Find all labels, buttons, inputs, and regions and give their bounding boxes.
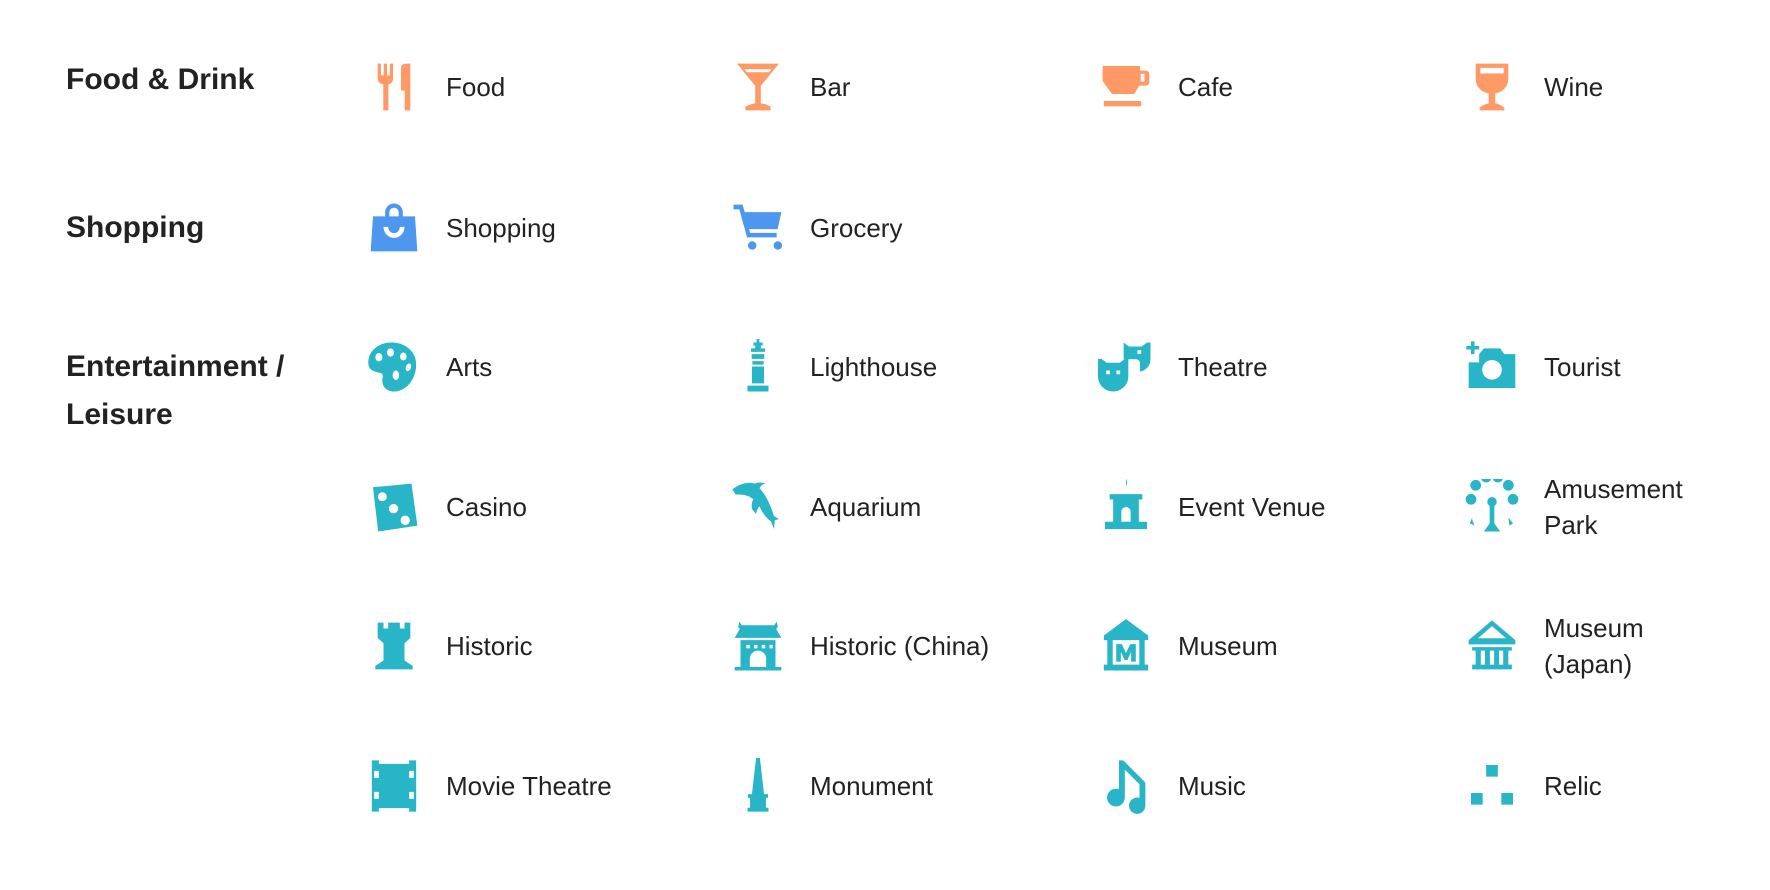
category-heading: Entertainment / Leisure xyxy=(66,343,284,439)
legend-item: Tourist xyxy=(1462,332,1621,402)
legend-item-label-line: Museum xyxy=(1544,613,1644,643)
legend-item-label: Grocery xyxy=(810,210,902,246)
legend-item-label: Cafe xyxy=(1178,69,1233,105)
legend-item-label: Theatre xyxy=(1178,349,1268,385)
legend-item-label-line: Grocery xyxy=(810,213,903,243)
legend-item-label-line: Wine xyxy=(1544,72,1604,102)
legend-item-label-line: Aquarium xyxy=(810,492,922,522)
legend-item: Museum xyxy=(1096,611,1278,681)
legend-item-label: Aquarium xyxy=(810,489,921,525)
dolphin-icon xyxy=(728,477,788,537)
legend-item-label-line: Bar xyxy=(810,72,851,102)
legend-item: Grocery xyxy=(728,193,902,263)
legend-item-label: Historic xyxy=(446,628,533,664)
legend-item-label-line: Cafe xyxy=(1178,72,1233,102)
legend-item: Food xyxy=(364,52,505,122)
legend-item-label-line: Museum xyxy=(1178,631,1278,661)
legend-item-label-line: Arts xyxy=(446,352,493,382)
camera-icon xyxy=(1462,337,1522,397)
category-heading-line: Entertainment / xyxy=(66,350,285,383)
legend-item: Arts xyxy=(364,332,492,402)
relic-blocks-icon xyxy=(1462,756,1522,816)
legend-item-label: Arts xyxy=(446,349,492,385)
shopping-cart-icon xyxy=(728,198,788,258)
legend-item-label: Museum (Japan) xyxy=(1544,610,1644,682)
category-heading-line: Shopping xyxy=(66,211,205,244)
legend-item-label-line: Theatre xyxy=(1178,352,1268,382)
legend-item: Event Venue xyxy=(1096,472,1325,542)
legend-item-label: Event Venue xyxy=(1178,489,1325,525)
legend-item-label-line: Monument xyxy=(810,771,933,801)
legend-item-label: Shopping xyxy=(446,210,556,246)
legend-item: Historic (China) xyxy=(728,611,989,681)
obelisk-icon xyxy=(728,756,788,816)
shopping-bag-icon xyxy=(364,198,424,258)
legend-item-label: Amusement Park xyxy=(1544,471,1683,543)
legend-item-label: Museum xyxy=(1178,628,1278,664)
legend-item-label-line: Amusement xyxy=(1544,474,1683,504)
museum-m-icon xyxy=(1096,616,1156,676)
legend-item: Lighthouse xyxy=(728,332,937,402)
legend-item: Theatre xyxy=(1096,332,1268,402)
castle-tower-icon xyxy=(364,616,424,676)
coffee-cup-icon xyxy=(1096,57,1156,117)
lighthouse-icon xyxy=(728,337,788,397)
ferris-wheel-icon xyxy=(1462,477,1522,537)
legend-item: Monument xyxy=(728,751,933,821)
legend-item-label: Bar xyxy=(810,69,850,105)
legend-item: Relic xyxy=(1462,751,1602,821)
legend-item: Museum (Japan) xyxy=(1462,611,1644,681)
legend-item: Shopping xyxy=(364,193,556,263)
legend-item-label-line: Historic (China) xyxy=(810,631,990,661)
legend-item-label: Lighthouse xyxy=(810,349,937,385)
legend-item: Movie Theatre xyxy=(364,751,612,821)
legend-item-label-line: Park xyxy=(1544,510,1598,540)
legend-item: Cafe xyxy=(1096,52,1233,122)
event-venue-icon xyxy=(1096,477,1156,537)
music-note-icon xyxy=(1096,756,1156,816)
legend-item: Amusement Park xyxy=(1462,472,1683,542)
legend-item: Wine xyxy=(1462,52,1603,122)
legend-item-label: Food xyxy=(446,69,505,105)
dice-icon xyxy=(364,477,424,537)
category-heading-line: Food & Drink xyxy=(66,63,255,96)
legend-item-label-line: (Japan) xyxy=(1544,649,1633,679)
category-heading: Shopping xyxy=(66,204,204,252)
legend-item-label: Tourist xyxy=(1544,349,1621,385)
legend-item: Music xyxy=(1096,751,1246,821)
legend-item-label-line: Event Venue xyxy=(1178,492,1326,522)
legend-item-label: Relic xyxy=(1544,768,1602,804)
theatre-masks-icon xyxy=(1096,337,1156,397)
museum-columns-icon xyxy=(1462,616,1522,676)
wine-glass-icon xyxy=(1462,57,1522,117)
legend-item-label-line: Tourist xyxy=(1544,352,1621,382)
legend-item-label: Casino xyxy=(446,489,527,525)
legend-item-label-line: Food xyxy=(446,72,506,102)
legend-item-label: Movie Theatre xyxy=(446,768,612,804)
legend-item-label-line: Casino xyxy=(446,492,527,522)
film-strip-icon xyxy=(364,756,424,816)
legend-item-label: Wine xyxy=(1544,69,1603,105)
legend-item-label: Historic (China) xyxy=(810,628,989,664)
legend-item: Historic xyxy=(364,611,533,681)
chinese-gate-icon xyxy=(728,616,788,676)
fork-knife-icon xyxy=(364,57,424,117)
legend-item-label-line: Historic xyxy=(446,631,533,661)
legend-item-label-line: Music xyxy=(1178,771,1246,801)
legend-item: Casino xyxy=(364,472,527,542)
category-heading-line: Leisure xyxy=(66,398,173,431)
palette-icon xyxy=(364,337,424,397)
legend-item-label-line: Movie Theatre xyxy=(446,771,612,801)
category-heading: Food & Drink xyxy=(66,56,254,104)
legend-item-label-line: Relic xyxy=(1544,771,1602,801)
legend-item-label-line: Lighthouse xyxy=(810,352,938,382)
legend-item-label: Music xyxy=(1178,768,1246,804)
legend-item-label-line: Shopping xyxy=(446,213,556,243)
legend-item: Aquarium xyxy=(728,472,921,542)
cocktail-glass-icon xyxy=(728,57,788,117)
legend-item-label: Monument xyxy=(810,768,933,804)
legend-item: Bar xyxy=(728,52,850,122)
